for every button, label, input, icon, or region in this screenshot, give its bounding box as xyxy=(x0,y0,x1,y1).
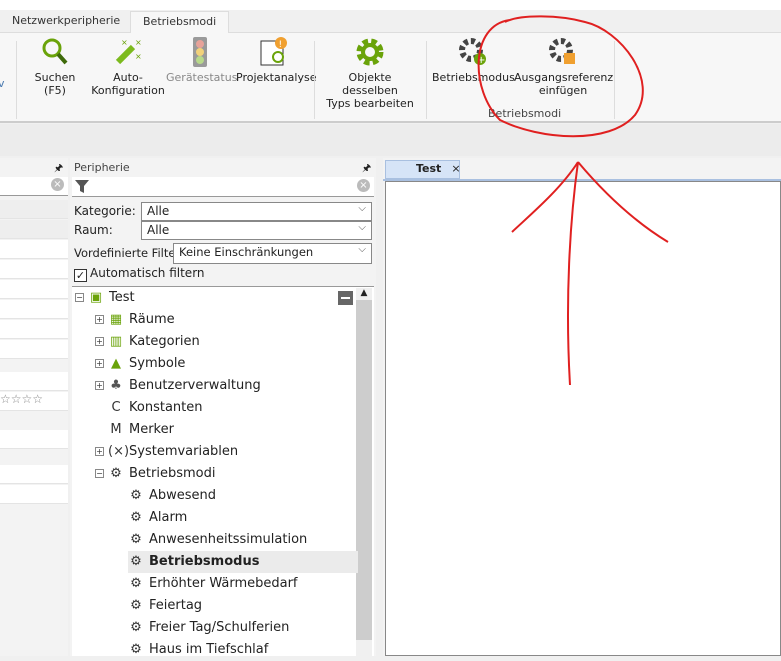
red-annotation xyxy=(477,15,669,386)
